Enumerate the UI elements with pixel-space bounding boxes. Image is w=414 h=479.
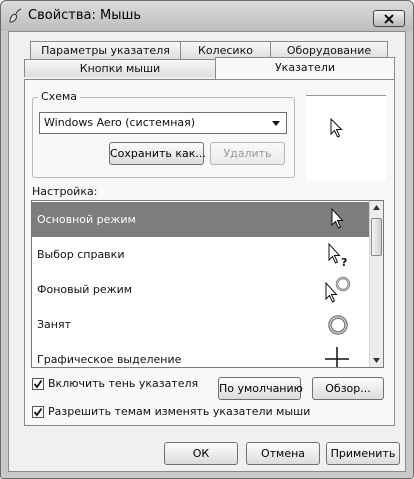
list-item-label: Занят <box>37 318 72 331</box>
tab-pointers[interactable]: Указатели <box>215 57 395 79</box>
shadow-checkbox[interactable] <box>32 378 44 390</box>
list-item[interactable]: Графическое выделение <box>32 342 369 367</box>
list-item[interactable]: Занят <box>32 307 369 342</box>
help-cursor-icon: ? <box>328 242 347 268</box>
crosshair-cursor-icon <box>325 347 349 367</box>
default-button[interactable]: По умолчанию <box>218 377 303 400</box>
list-item-label: Фоновый режим <box>37 283 133 296</box>
setup-label: Настройка: <box>32 185 98 198</box>
apply-button[interactable]: Применить <box>326 442 400 465</box>
mouse-properties-window: Свойства: Мышь Параметры указателя Колес… <box>0 0 414 479</box>
scroll-thumb[interactable] <box>371 218 382 256</box>
scheme-label: Схема <box>38 90 80 103</box>
mouse-icon <box>9 8 22 23</box>
list-item[interactable]: Фоновый режим <box>32 272 369 307</box>
save-as-button[interactable]: Сохранить как... <box>109 142 206 165</box>
list-scrollbar[interactable] <box>369 201 383 367</box>
arrow-cursor-icon <box>331 207 344 229</box>
cursor-list[interactable]: Основной режим Выбор справки ? Фоновый р… <box>31 200 384 368</box>
scheme-select-value: Windows Aero (системная) <box>44 116 196 129</box>
delete-button[interactable]: Удалить <box>210 142 285 165</box>
checkmark-icon <box>33 379 43 389</box>
svg-text:?: ? <box>341 256 347 268</box>
shadow-checkbox-label[interactable]: Включить тень указателя <box>48 377 198 390</box>
list-item[interactable]: Выбор справки ? <box>32 237 369 272</box>
list-item-label: Выбор справки <box>37 248 125 261</box>
tab-buttons[interactable]: Кнопки мыши <box>24 59 216 77</box>
scroll-up-icon[interactable] <box>373 205 380 210</box>
browse-button[interactable]: Обзор... <box>312 377 384 400</box>
close-icon <box>384 13 394 24</box>
cancel-button[interactable]: Отмена <box>246 442 320 465</box>
tab-pointer-options[interactable]: Параметры указателя <box>30 41 181 59</box>
window-title: Свойства: Мышь <box>28 8 142 23</box>
working-in-background-cursor-icon <box>325 276 351 303</box>
cursor-preview <box>306 95 386 181</box>
scheme-group <box>32 97 295 178</box>
chevron-down-icon <box>272 121 280 126</box>
close-button[interactable] <box>373 10 405 27</box>
list-item-label: Основной режим <box>37 213 136 226</box>
title-bar[interactable]: Свойства: Мышь <box>1 1 413 31</box>
arrow-cursor-icon <box>330 118 343 138</box>
scroll-down-icon[interactable] <box>373 358 380 363</box>
scheme-select[interactable]: Windows Aero (системная) <box>39 112 287 134</box>
list-item[interactable]: Основной режим <box>32 202 369 237</box>
ok-button[interactable]: ОК <box>164 442 238 465</box>
list-item-label: Графическое выделение <box>37 353 182 366</box>
themes-checkbox[interactable] <box>32 406 44 418</box>
checkmark-icon <box>33 407 43 417</box>
busy-cursor-icon <box>328 315 348 335</box>
themes-checkbox-label[interactable]: Разрешить темам изменять указатели мыши <box>48 405 310 418</box>
